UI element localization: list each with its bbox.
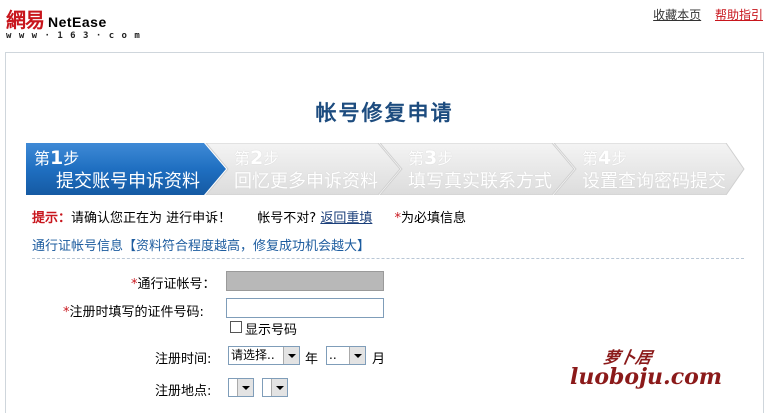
required-text: 为必填信息	[401, 211, 467, 226]
step-1-suffix: 步	[63, 149, 80, 168]
help-link[interactable]: 帮助指引	[715, 8, 763, 22]
notice-line: 提示：请确认您正在为 进行申诉！ 帐号不对? 返回重填 *为必填信息	[32, 207, 466, 226]
step-2-suffix: 步	[263, 149, 280, 168]
month-select[interactable]: ..	[326, 346, 366, 365]
logo-cn-text: 網易	[6, 8, 45, 32]
step-4-suffix: 步	[611, 149, 628, 168]
city-select-value	[263, 380, 265, 394]
logo-en-text: NetEase	[48, 14, 107, 30]
id-number-input[interactable]	[226, 298, 384, 318]
section-header: 通行证帐号信息【资料符合程度越高，修复成功机会越大】	[32, 235, 744, 259]
top-bar: 網易 NetEase w w w · 1 6 3 · c o m 收藏本页 帮助指…	[0, 0, 767, 44]
step-3: 第3步 填写真实联系方式	[400, 143, 576, 195]
city-select[interactable]	[262, 378, 288, 397]
step-4-prefix: 第	[582, 149, 599, 168]
year-unit: 年	[305, 352, 319, 367]
page-title: 帐号修复申请	[315, 101, 454, 125]
account-input[interactable]	[226, 271, 384, 291]
notice-label: 提示：	[32, 211, 72, 226]
reg-place-label: 注册地点:	[155, 384, 212, 399]
month-unit: 月	[372, 352, 386, 367]
watermark: 萝卜居 luoboju.com	[570, 344, 750, 396]
step-3-prefix: 第	[408, 149, 425, 168]
month-select-value: ..	[329, 348, 337, 362]
step-3-label: 填写真实联系方式	[408, 171, 552, 192]
step-4-number: 4	[598, 147, 612, 169]
top-links: 收藏本页 帮助指引	[653, 6, 763, 23]
reset-link[interactable]: 返回重填	[320, 211, 372, 226]
step-2: 第2步 回忆更多申诉资料	[226, 143, 402, 195]
step-2-prefix: 第	[234, 149, 251, 168]
step-3-suffix: 步	[437, 149, 454, 168]
step-2-number: 2	[250, 147, 264, 169]
year-select-value: 请选择..	[231, 348, 275, 362]
province-select-value	[229, 380, 231, 394]
step-1-number: 1	[50, 147, 64, 169]
step-3-number: 3	[424, 147, 438, 169]
chevron-down-icon	[283, 347, 299, 364]
show-number-label: 显示号码	[245, 323, 298, 338]
account-label: 通行证帐号：	[137, 277, 216, 292]
wrong-account-text: 帐号不对?	[257, 211, 317, 226]
netease-logo[interactable]: 網易 NetEase w w w · 1 6 3 · c o m	[6, 4, 141, 41]
chevron-down-icon	[349, 347, 365, 364]
step-2-label: 回忆更多申诉资料	[234, 171, 378, 192]
step-1: 第1步 提交账号申诉资料	[26, 143, 226, 195]
step-progress: 第1步 提交账号申诉资料 第2步 回忆更多申诉资料 第3步 填写真实联系方式 第…	[26, 143, 746, 195]
step-1-label: 提交账号申诉资料	[56, 171, 200, 192]
step-1-prefix: 第	[34, 149, 51, 168]
favorite-link[interactable]: 收藏本页	[653, 8, 701, 22]
id-label: 注册时填写的证件号码:	[69, 305, 204, 320]
account-row-label: *通行证帐号：	[131, 273, 216, 292]
id-row-label: *注册时填写的证件号码:	[63, 301, 204, 320]
chevron-down-icon	[237, 379, 253, 396]
watermark-en: luoboju.com	[570, 364, 723, 390]
logo-url-text: w w w · 1 6 3 · c o m	[6, 31, 141, 41]
province-select[interactable]	[228, 378, 254, 397]
chevron-down-icon	[271, 379, 287, 396]
notice-text: 请确认您正在为 进行申诉！	[71, 211, 232, 226]
step-4: 第4步 设置查询密码提交	[574, 143, 746, 195]
year-select[interactable]: 请选择..	[228, 346, 300, 365]
reg-time-label: 注册时间:	[155, 352, 212, 367]
step-4-label: 设置查询密码提交	[582, 171, 726, 192]
show-number-checkbox[interactable]	[230, 321, 242, 333]
